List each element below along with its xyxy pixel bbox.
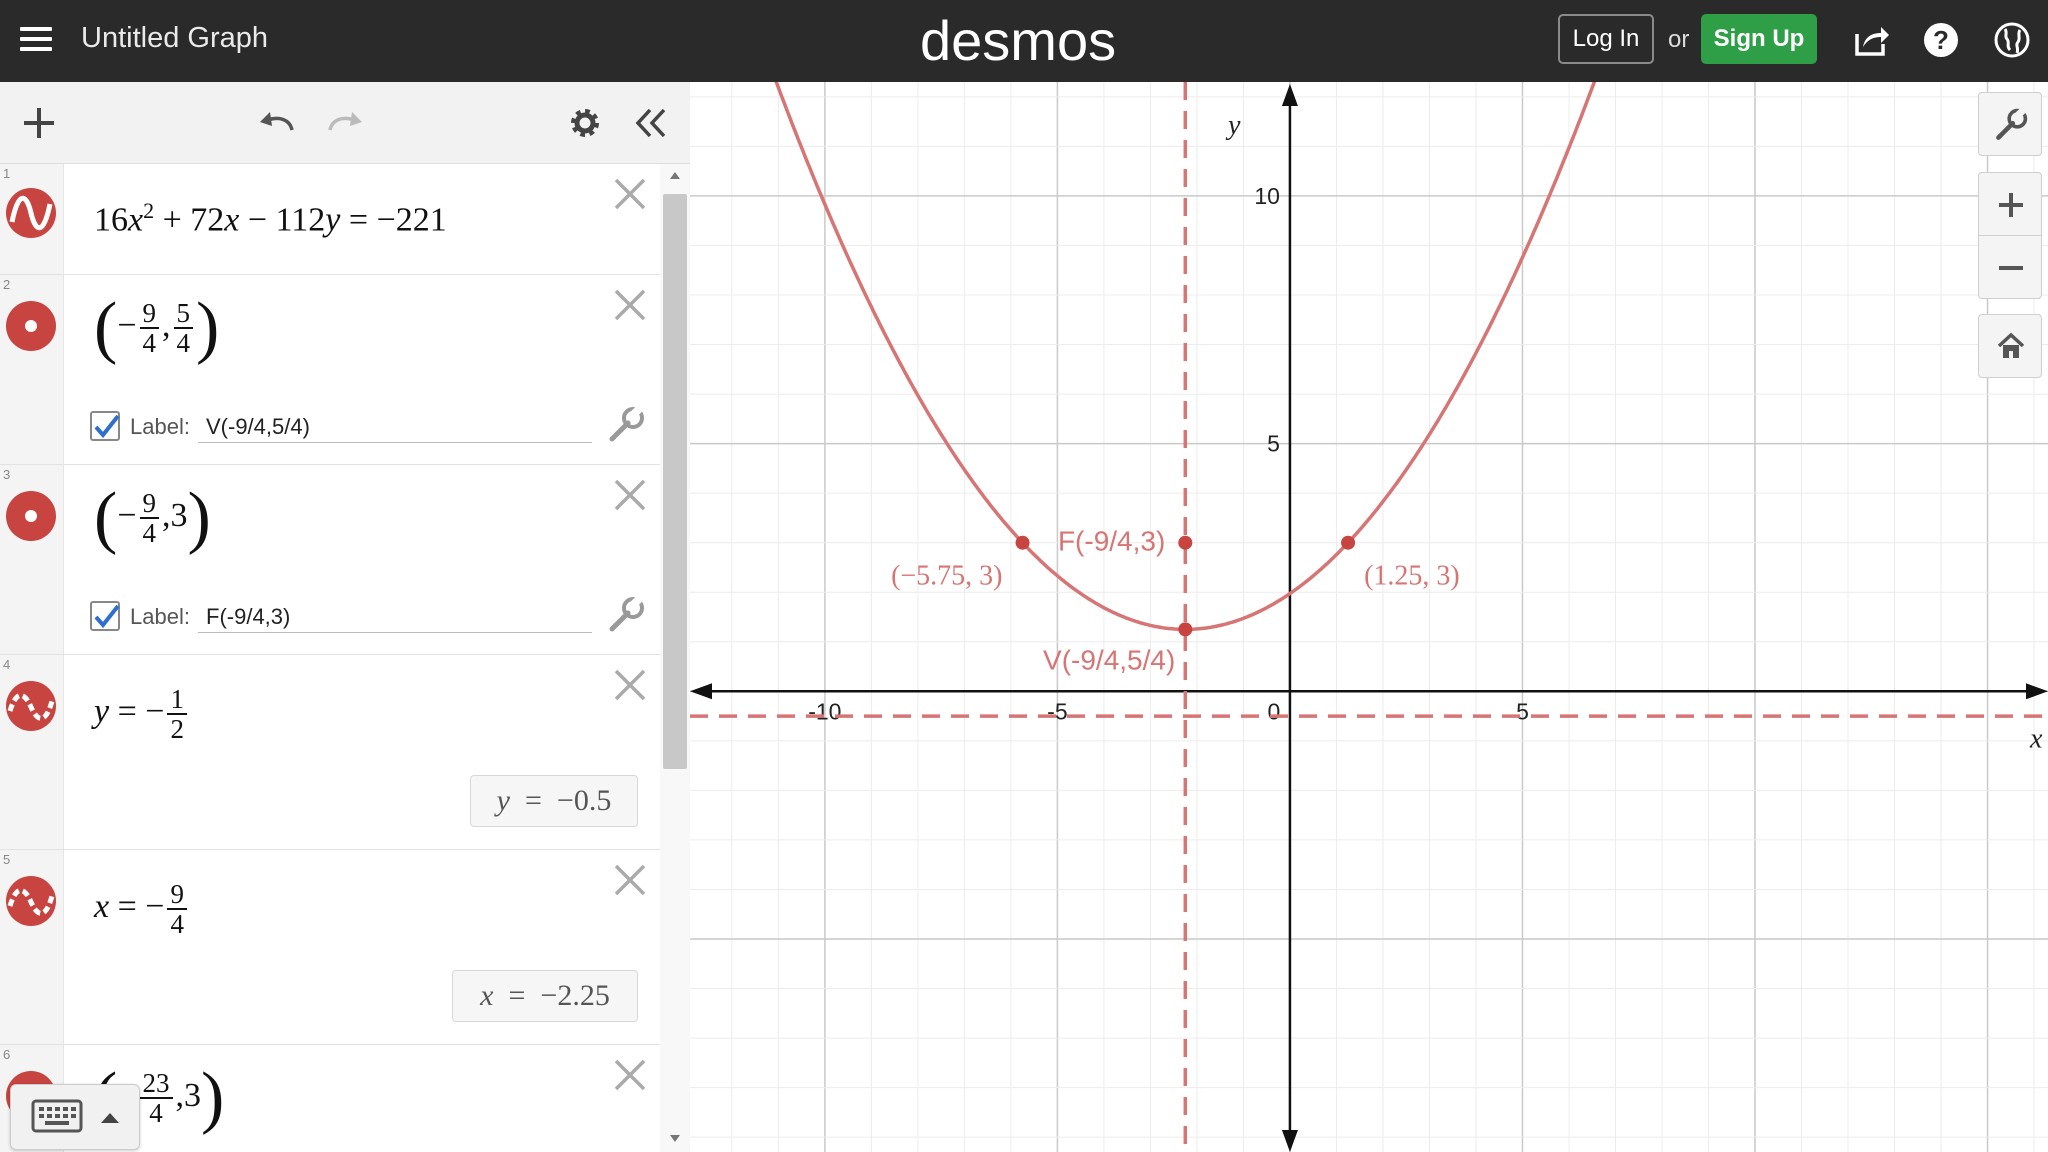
signup-button[interactable]: Sign Up — [1701, 14, 1817, 64]
minus-icon — [1999, 266, 2023, 270]
expression-gutter: 1 — [0, 164, 64, 274]
expression-index: 3 — [3, 467, 11, 482]
point-label[interactable]: (−5.75, 3) — [891, 561, 1002, 592]
label-input[interactable]: V(-9/4,5/4) — [198, 411, 592, 443]
scrollbar-thumb[interactable] — [663, 194, 687, 769]
share-icon[interactable] — [1851, 20, 1891, 60]
login-button[interactable]: Log In — [1558, 14, 1654, 64]
redo-icon[interactable] — [324, 102, 366, 144]
expression-index: 2 — [3, 277, 11, 292]
expression-math[interactable]: 16x2 + 72x − 112y = −221 — [94, 198, 447, 239]
delete-expression-icon[interactable] — [612, 477, 648, 513]
wrench-icon[interactable] — [606, 405, 646, 445]
delete-expression-icon[interactable] — [612, 287, 648, 323]
label-word: Label: — [130, 604, 190, 629]
graph-svg[interactable]: -10 -5 0 5 5 10 x y V(-9/4,5/4) F(-9/4,3) (−5.75, … — [690, 82, 2048, 1152]
brand-logo: desmos — [920, 9, 1117, 72]
expression-math[interactable]: (− 9 4,3) — [94, 483, 211, 553]
graph-title[interactable]: Untitled Graph — [81, 22, 268, 55]
expression-row-2[interactable]: 2 (− 9 4, 5 4) Label: V(-9/4,5/4) — [0, 275, 660, 465]
y-axis-arrow-down — [1281, 1130, 1298, 1152]
zoom-in-button[interactable] — [1978, 172, 2042, 236]
line-color-icon[interactable] — [4, 679, 58, 733]
label-row: Label: F(-9/4,3) — [90, 601, 610, 637]
wrench-icon — [1996, 107, 2028, 140]
point-color-icon[interactable] — [4, 299, 58, 353]
expression-gutter: 3 — [0, 465, 64, 654]
add-expression-icon[interactable] — [18, 102, 60, 144]
undo-icon[interactable] — [256, 102, 298, 144]
globe-icon[interactable] — [1992, 20, 2032, 60]
evaluation-box: x = −2.25 — [452, 970, 638, 1022]
graph-settings-wrench-button[interactable] — [1978, 92, 2042, 156]
point-label[interactable]: V(-9/4,5/4) — [1043, 644, 1175, 675]
delete-expression-icon[interactable] — [612, 1057, 648, 1093]
label-word: Label: — [130, 414, 190, 439]
graph-point[interactable] — [1178, 535, 1193, 550]
x-tick-label: 0 — [1268, 698, 1281, 724]
top-bar: Untitled Graph desmos Log In or Sign Up … — [0, 0, 2048, 82]
expression-row-4[interactable]: 4 y = −1 2 y = −0.5 — [0, 655, 660, 850]
y-axis-label: y — [1225, 110, 1241, 141]
zoom-out-button[interactable] — [1978, 235, 2042, 299]
expression-gutter: 4 — [0, 655, 64, 849]
x-axis-arrow-right — [2026, 683, 2048, 700]
y-tick-label: 5 — [1267, 431, 1280, 457]
keyboard-toggle-button[interactable] — [10, 1084, 140, 1150]
wrench-icon[interactable] — [606, 595, 646, 635]
label-row: Label: V(-9/4,5/4) — [90, 411, 610, 447]
y-axis-arrow-up — [1281, 84, 1298, 106]
x-axis-label: x — [2029, 723, 2043, 754]
plus-icon — [1999, 193, 2023, 217]
settings-gear-icon[interactable] — [564, 102, 606, 144]
or-text: or — [1668, 26, 1690, 53]
expression-math[interactable]: (− 9 4, 5 4) — [94, 293, 219, 363]
keyboard-icon — [31, 1099, 83, 1133]
delete-expression-icon[interactable] — [612, 862, 648, 898]
expression-list: 1 16x2 + 72x − 112y = −221 2 (− 9 4, 5 4) — [0, 164, 660, 1152]
collapse-panel-icon[interactable] — [630, 102, 672, 144]
x-tick-label: -10 — [808, 698, 841, 724]
graph-point[interactable] — [1178, 622, 1193, 637]
expression-gutter: 5 — [0, 850, 64, 1044]
help-icon[interactable]: ? — [1921, 20, 1961, 60]
expression-index: 4 — [3, 657, 11, 672]
home-icon — [1997, 332, 2025, 358]
svg-text:?: ? — [1933, 25, 1949, 55]
graph-point[interactable] — [1341, 535, 1356, 550]
x-axis-arrow-left — [690, 683, 712, 700]
expression-math[interactable]: x = −9 4 — [94, 880, 190, 939]
label-input[interactable]: F(-9/4,3) — [198, 601, 592, 633]
expression-math[interactable]: y = −1 2 — [94, 685, 190, 744]
evaluation-box: y = −0.5 — [470, 775, 638, 827]
expression-row-1[interactable]: 1 16x2 + 72x − 112y = −221 — [0, 164, 660, 275]
delete-expression-icon[interactable] — [612, 667, 648, 703]
label-checkbox[interactable] — [90, 601, 120, 631]
label-checkbox[interactable] — [90, 411, 120, 441]
expression-row-5[interactable]: 5 x = −9 4 x = −2.25 — [0, 850, 660, 1045]
x-tick-label: -5 — [1047, 698, 1067, 724]
caret-up-icon — [101, 1113, 119, 1123]
parabola-curve[interactable] — [690, 82, 2048, 632]
graph-canvas[interactable]: -10 -5 0 5 5 10 x y V(-9/4,5/4) F(-9/4,3) (−5.75, … — [690, 82, 2048, 1152]
y-tick-label: 10 — [1254, 183, 1280, 209]
expression-index: 1 — [3, 166, 11, 181]
graph-point[interactable] — [1015, 535, 1030, 550]
expression-scrollbar[interactable] — [660, 164, 690, 1152]
expression-index: 6 — [3, 1047, 11, 1062]
expression-panel: 1 16x2 + 72x − 112y = −221 2 (− 9 4, 5 4) — [0, 82, 690, 1152]
home-view-button[interactable] — [1978, 314, 2042, 378]
expression-row-3[interactable]: 3 (− 9 4,3) Label: F(-9/4,3) — [0, 465, 660, 655]
point-color-icon[interactable] — [4, 489, 58, 543]
x-tick-label: 5 — [1516, 698, 1529, 724]
point-label[interactable]: (1.25, 3) — [1364, 561, 1460, 592]
point-label[interactable]: F(-9/4,3) — [1058, 526, 1165, 557]
expression-gutter: 2 — [0, 275, 64, 464]
delete-expression-icon[interactable] — [612, 176, 648, 212]
expression-toolbar — [0, 82, 690, 164]
menu-icon[interactable] — [18, 22, 54, 58]
expression-index: 5 — [3, 852, 11, 867]
line-color-icon[interactable] — [4, 874, 58, 928]
curve-color-icon[interactable] — [4, 186, 58, 240]
